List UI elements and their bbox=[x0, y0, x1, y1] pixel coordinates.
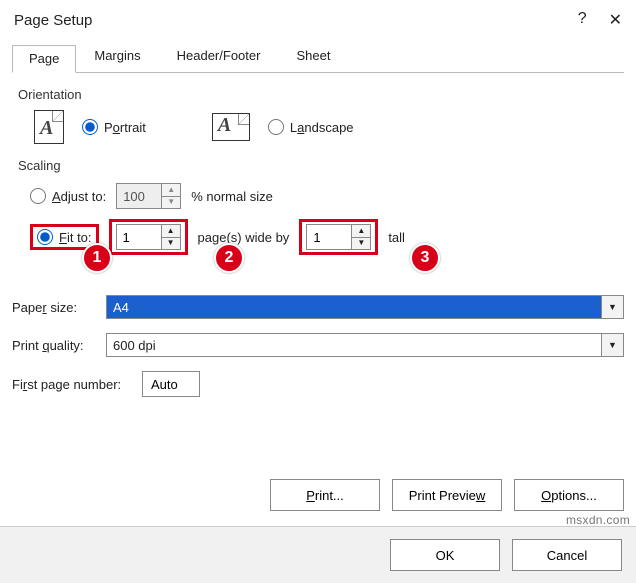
landscape-preview-icon bbox=[212, 113, 250, 141]
fit-tall-spinner[interactable]: ▲ ▼ bbox=[306, 224, 371, 250]
fit-wide-up-icon[interactable]: ▲ bbox=[162, 225, 180, 238]
fit-tall-label: tall bbox=[388, 230, 405, 245]
close-icon[interactable]: ✕ bbox=[609, 10, 622, 30]
fit-tall-input[interactable] bbox=[307, 225, 351, 249]
help-icon[interactable]: ? bbox=[578, 10, 587, 30]
paper-size-label: Paper size: bbox=[12, 300, 106, 315]
cancel-button[interactable]: Cancel bbox=[512, 539, 622, 571]
landscape-label: Landscape bbox=[290, 120, 354, 135]
chevron-down-icon[interactable]: ▼ bbox=[601, 334, 623, 356]
print-quality-label: Print quality: bbox=[12, 338, 106, 353]
portrait-radio-input[interactable] bbox=[82, 119, 98, 135]
first-page-input[interactable] bbox=[142, 371, 200, 397]
tab-page[interactable]: Page bbox=[12, 45, 76, 73]
watermark-text: msxdn.com bbox=[566, 513, 630, 527]
callout-badge-1: 1 bbox=[82, 243, 112, 273]
paper-size-combo[interactable]: A4 ▼ bbox=[106, 295, 624, 319]
fit-to-radio-input[interactable] bbox=[37, 229, 53, 245]
ok-button[interactable]: OK bbox=[390, 539, 500, 571]
fit-to-label: Fit to: bbox=[59, 230, 92, 245]
fit-wide-spinner[interactable]: ▲ ▼ bbox=[116, 224, 181, 250]
dialog-title: Page Setup bbox=[14, 12, 92, 29]
print-quality-combo[interactable]: 600 dpi ▼ bbox=[106, 333, 624, 357]
fit-wide-down-icon[interactable]: ▼ bbox=[162, 238, 180, 250]
print-quality-value: 600 dpi bbox=[107, 334, 601, 356]
adjust-down-icon[interactable]: ▼ bbox=[162, 197, 180, 209]
print-preview-button[interactable]: Print Preview bbox=[392, 479, 502, 511]
portrait-radio[interactable]: Portrait bbox=[82, 119, 146, 135]
tab-header-footer[interactable]: Header/Footer bbox=[159, 40, 279, 72]
tab-sheet[interactable]: Sheet bbox=[278, 40, 348, 72]
callout-badge-3: 3 bbox=[410, 243, 440, 273]
landscape-radio-input[interactable] bbox=[268, 119, 284, 135]
portrait-preview-icon bbox=[34, 110, 64, 144]
chevron-down-icon[interactable]: ▼ bbox=[601, 296, 623, 318]
fit-to-radio[interactable]: Fit to: bbox=[37, 229, 92, 245]
adjust-to-label: Adjust to: bbox=[52, 189, 106, 204]
first-page-label: First page number: bbox=[12, 377, 142, 392]
paper-size-value: A4 bbox=[107, 296, 601, 318]
dialog-footer: OK Cancel bbox=[0, 526, 636, 583]
portrait-label: Portrait bbox=[104, 120, 146, 135]
options-button[interactable]: Options... bbox=[514, 479, 624, 511]
callout-badge-2: 2 bbox=[214, 243, 244, 273]
adjust-to-radio[interactable]: Adjust to: bbox=[30, 188, 106, 204]
fit-mid-label: page(s) wide by bbox=[198, 230, 290, 245]
tab-strip: Page Margins Header/Footer Sheet bbox=[12, 40, 624, 73]
scaling-group-label: Scaling bbox=[18, 158, 624, 173]
adjust-suffix: % normal size bbox=[191, 189, 273, 204]
fit-tall-up-icon[interactable]: ▲ bbox=[352, 225, 370, 238]
print-button[interactable]: Print... bbox=[270, 479, 380, 511]
orientation-group-label: Orientation bbox=[18, 87, 624, 102]
fit-wide-input[interactable] bbox=[117, 225, 161, 249]
adjust-percent-input[interactable] bbox=[117, 184, 161, 208]
adjust-up-icon[interactable]: ▲ bbox=[162, 184, 180, 197]
landscape-radio[interactable]: Landscape bbox=[268, 119, 354, 135]
title-bar: Page Setup ? ✕ bbox=[0, 0, 636, 40]
adjust-percent-spinner[interactable]: ▲ ▼ bbox=[116, 183, 181, 209]
fit-tall-down-icon[interactable]: ▼ bbox=[352, 238, 370, 250]
adjust-to-radio-input[interactable] bbox=[30, 188, 46, 204]
tab-margins[interactable]: Margins bbox=[76, 40, 158, 72]
